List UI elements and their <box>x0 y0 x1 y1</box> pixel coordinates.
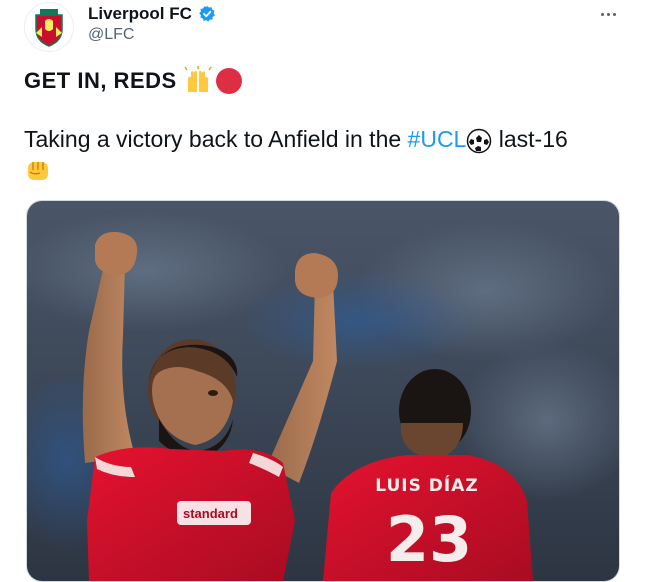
tweet-body: Taking a victory back to Anfield in the … <box>24 124 624 184</box>
author-name-row[interactable]: Liverpool FC <box>88 4 216 24</box>
jersey-number: 23 <box>386 503 472 576</box>
tweet-photo[interactable]: standard LUIS DÍAZ 23 <box>26 200 620 582</box>
tweet-card: Liverpool FC @LFC GET IN, REDS Taking a … <box>0 0 650 582</box>
jersey-name: LUIS DÍAZ <box>375 474 478 496</box>
tweet-body-text: Taking a victory back to Anfield in the <box>24 126 408 152</box>
lfc-crest-icon <box>35 9 63 47</box>
tweet-headline: GET IN, REDS <box>24 68 177 93</box>
more-icon[interactable] <box>596 4 620 24</box>
author-handle[interactable]: @LFC <box>88 26 134 44</box>
champions-league-ball-icon <box>467 128 492 154</box>
hashtag-link[interactable]: #UCL <box>408 126 467 152</box>
avatar[interactable] <box>24 2 74 52</box>
tweet-headline-line: GET IN, REDS <box>24 66 243 96</box>
celebration-photo: standard LUIS DÍAZ 23 <box>27 201 619 581</box>
raised-hands-icon <box>184 66 212 92</box>
red-circle-icon <box>215 68 242 94</box>
display-name[interactable]: Liverpool FC <box>88 4 192 24</box>
fist-bump-icon <box>28 161 48 180</box>
sponsor-text: standard <box>183 506 238 521</box>
tweet-body-text-end: last-16 <box>492 126 568 152</box>
verified-icon <box>199 5 215 22</box>
